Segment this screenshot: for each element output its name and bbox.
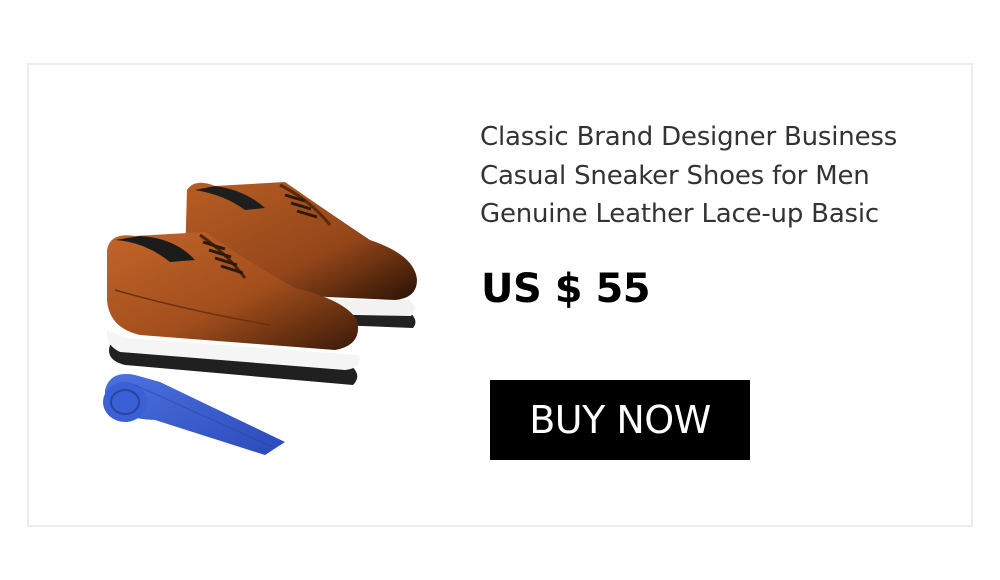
shoe-image-icon [103, 182, 417, 455]
product-image[interactable] [95, 170, 435, 470]
product-price: US $ 55 [481, 266, 651, 312]
product-title: Classic Brand Designer Business Casual S… [480, 122, 898, 229]
buy-now-button[interactable]: BUY NOW [490, 380, 750, 460]
